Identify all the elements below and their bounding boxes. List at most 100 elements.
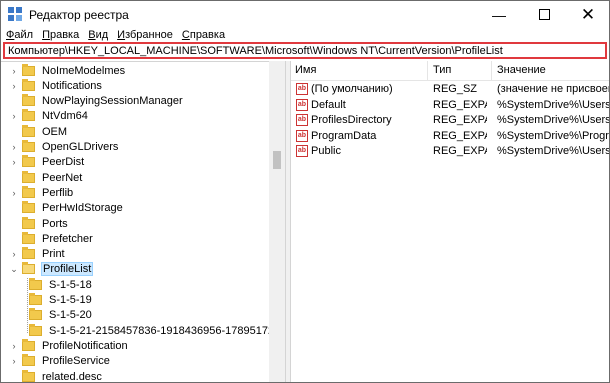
tree-item-label: PeerNet <box>42 171 83 184</box>
tree-item[interactable]: S-1-5-21-2158457836-1918436956-178951724… <box>29 323 285 338</box>
value-type: REG_EXPAND_SZ <box>433 129 487 142</box>
expand-icon[interactable] <box>10 201 18 216</box>
tree-item-label: OEM <box>42 125 68 138</box>
address-bar[interactable]: Компьютер\HKEY_LOCAL_MACHINE\SOFTWARE\Mi… <box>3 42 607 59</box>
address-path[interactable]: Компьютер\HKEY_LOCAL_MACHINE\SOFTWARE\Mi… <box>8 45 503 57</box>
tree-item-label: ProfileList <box>41 262 94 277</box>
tree-item[interactable]: Ports <box>10 216 69 231</box>
tree-item[interactable]: PerHwIdStorage <box>10 201 124 216</box>
folder-icon <box>29 323 42 336</box>
tree-item-label: S-1-5-19 <box>49 294 92 306</box>
folder-icon <box>29 293 42 305</box>
tree-item-label: NoImeModelmes <box>42 64 126 77</box>
tree-item-label: Ports <box>42 217 68 230</box>
folder-icon <box>22 109 35 122</box>
tree-item[interactable]: S-1-5-19 <box>29 293 93 308</box>
column-divider[interactable] <box>491 61 492 80</box>
column-divider[interactable] <box>427 61 428 80</box>
registry-editor-window: Редактор реестра — ✕ Файл Правка Вид Изб… <box>0 0 610 383</box>
column-header-value[interactable]: Значение <box>497 64 546 76</box>
tree-item[interactable]: › ProfileService <box>10 354 111 369</box>
string-value-icon: ab <box>296 129 308 142</box>
tree-guide-line <box>27 278 28 334</box>
tree-item-label: NtVdm64 <box>42 110 88 123</box>
column-header-type[interactable]: Тип <box>433 64 451 76</box>
tree-item[interactable]: › PeerDist <box>10 155 85 170</box>
expand-icon[interactable]: › <box>10 247 18 262</box>
menu-file[interactable]: Файл <box>1 28 37 42</box>
tree-item[interactable]: › NtVdm64 <box>10 109 89 124</box>
maximize-button[interactable] <box>522 1 566 28</box>
tree-item[interactable]: PeerNet <box>10 170 83 185</box>
tree-item-label: related.desc <box>42 370 102 383</box>
tree-scrollbar[interactable] <box>269 61 285 382</box>
folder-icon <box>22 170 35 183</box>
values-list: Имя Тип Значение ab (По умолчанию) REG_SZ(… <box>291 61 609 382</box>
tree-item[interactable]: NowPlayingSessionManager <box>10 94 184 109</box>
expand-icon[interactable] <box>10 170 18 185</box>
menu-bar: Файл Правка Вид Избранное Справка <box>1 28 609 42</box>
minimize-button[interactable]: — <box>477 1 521 28</box>
folder-icon <box>22 140 35 152</box>
folder-icon <box>22 247 35 260</box>
registry-value-row[interactable]: abPublic REG_EXPAND_SZ %SystemDrive%\Users… <box>291 144 609 159</box>
key-tree: › NoImeModelmes › Notifications NowPlayingSe… <box>1 61 285 383</box>
menu-help[interactable]: Справка <box>177 28 229 42</box>
menu-edit[interactable]: Правка <box>37 28 83 42</box>
expand-icon[interactable]: › <box>10 155 18 170</box>
registry-value-row[interactable]: ab (По умолчанию) REG_SZ (значение не присв… <box>291 82 609 97</box>
tree-item[interactable]: › Notifications <box>10 78 103 93</box>
collapse-icon[interactable]: ⌄ <box>10 262 18 277</box>
registry-value-row[interactable]: abProgramData REG_EXPAND_SZ %SystemDrive%\… <box>291 129 609 144</box>
tree-scrollbar-thumb[interactable] <box>273 151 281 169</box>
tree-item-label: S-1-5-21-2158457836-1918436956-178951724… <box>49 324 285 337</box>
value-name: (По умолчанию) <box>311 83 393 95</box>
tree-item[interactable]: › OpenGLDrivers <box>10 140 119 155</box>
tree-item[interactable]: related.desc <box>10 369 103 383</box>
folder-icon <box>22 231 35 244</box>
expand-icon[interactable] <box>10 216 18 231</box>
regedit-app-icon <box>8 7 22 21</box>
expand-icon[interactable]: › <box>10 338 18 353</box>
window-title: Редактор реестра <box>29 8 129 22</box>
folder-icon <box>29 308 42 321</box>
expand-icon[interactable] <box>10 94 18 109</box>
expand-icon[interactable] <box>10 124 18 139</box>
expand-icon[interactable] <box>10 231 18 246</box>
string-value-icon: ab <box>296 98 308 111</box>
close-button[interactable]: ✕ <box>566 1 609 28</box>
folder-icon <box>22 63 35 76</box>
tree-item[interactable]: OEM <box>10 124 68 139</box>
registry-value-row[interactable]: abProfilesDirectory REG_EXPAND_SZ %SystemD… <box>291 113 609 128</box>
expand-icon[interactable]: › <box>10 78 18 93</box>
menu-view[interactable]: Вид <box>83 28 112 42</box>
value-type: REG_EXPAND_SZ <box>433 114 487 126</box>
expand-icon[interactable]: › <box>10 185 18 200</box>
folder-icon <box>22 338 35 351</box>
tree-item[interactable]: › Print <box>10 247 66 262</box>
tree-item-label: ProfileNotification <box>42 339 128 352</box>
tree-item[interactable]: › ProfileNotification <box>10 338 129 353</box>
tree-item[interactable]: S-1-5-20 <box>29 308 93 323</box>
tree-item[interactable]: › Perflib <box>10 185 74 200</box>
expand-icon[interactable]: › <box>10 109 18 124</box>
tree-item-label: Prefetcher <box>42 232 93 245</box>
folder-icon <box>22 185 35 198</box>
menu-favorites[interactable]: Избранное <box>112 28 177 42</box>
tree-item[interactable]: › NoImeModelmes <box>10 63 126 78</box>
folder-icon <box>22 262 35 275</box>
value-name: ProgramData <box>311 129 377 142</box>
expand-icon[interactable]: › <box>10 63 18 78</box>
title-bar[interactable]: Редактор реестра — ✕ <box>1 1 609 28</box>
tree-item-label: PerHwIdStorage <box>42 202 123 215</box>
expand-icon[interactable]: › <box>10 140 18 155</box>
expand-icon[interactable] <box>10 369 18 382</box>
expand-icon[interactable]: › <box>10 354 18 369</box>
tree-item[interactable]: ⌄ ProfileList <box>10 262 94 277</box>
column-header-name[interactable]: Имя <box>295 64 316 76</box>
tree-item-label: S-1-5-20 <box>49 309 92 322</box>
tree-item[interactable]: Prefetcher <box>10 231 94 246</box>
tree-item[interactable]: S-1-5-18 <box>29 277 93 292</box>
registry-value-row[interactable]: abDefault REG_EXPAND_SZ %SystemDrive%\User… <box>291 98 609 113</box>
tree-item-label: Print <box>42 248 65 261</box>
